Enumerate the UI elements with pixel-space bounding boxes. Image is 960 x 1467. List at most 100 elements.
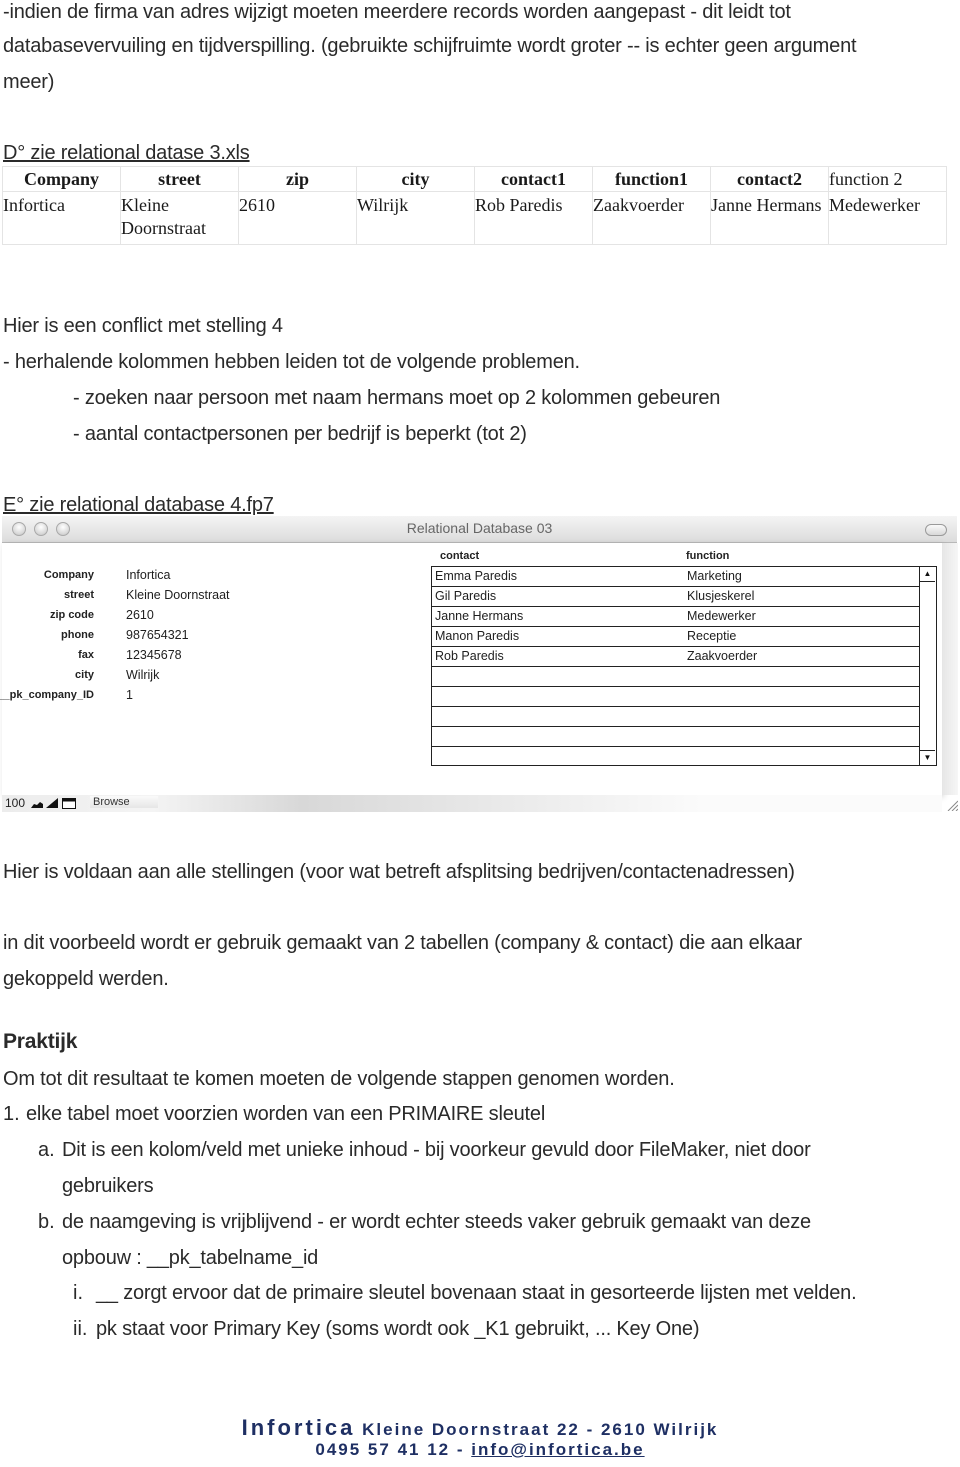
portal-function[interactable]: Klusjeskerel bbox=[687, 587, 754, 606]
field-company[interactable]: Infortica bbox=[126, 568, 170, 582]
portal-row-empty[interactable] bbox=[432, 747, 920, 767]
contacts-portal: Emma Paredis Marketing Gil Paredis Klusj… bbox=[431, 566, 937, 766]
section-d-heading: D° zie relational datase 3.xls bbox=[3, 142, 250, 164]
mode-popup[interactable]: Browse bbox=[90, 796, 158, 808]
field-pk-company-id[interactable]: 1 bbox=[126, 688, 133, 702]
cell-contact2: Janne Hermans bbox=[710, 191, 829, 245]
cell-function2: Medewerker bbox=[828, 191, 947, 245]
footer-phone: 0495 57 41 12 - bbox=[315, 1440, 465, 1459]
field-label-city: city bbox=[75, 669, 94, 681]
header-city: city bbox=[356, 166, 475, 192]
list-marker-1: 1. bbox=[3, 1103, 20, 1125]
field-label-zip-code: zip code bbox=[49, 609, 94, 621]
filemaker-window: Relational Database 03 Company Infortica… bbox=[0, 516, 958, 812]
header-contact2: contact2 bbox=[710, 166, 829, 192]
header-street: street bbox=[120, 166, 239, 192]
scroll-up-icon[interactable]: ▲ bbox=[920, 567, 935, 582]
portal-function[interactable]: Zaakvoerder bbox=[687, 647, 757, 666]
conflict-bullet-1: - zoeken naar persoon met naam hermans m… bbox=[73, 387, 721, 409]
portal-row[interactable]: Rob Paredis Zaakvoerder bbox=[432, 647, 920, 667]
field-street[interactable]: Kleine Doornstraat bbox=[126, 588, 230, 602]
field-phone[interactable]: 987654321 bbox=[126, 628, 189, 642]
field-city[interactable]: Wilrijk bbox=[126, 668, 159, 682]
cell-street: Kleine Doornstraat bbox=[120, 191, 239, 245]
header-company: Company bbox=[2, 166, 121, 192]
field-fax[interactable]: 12345678 bbox=[126, 648, 182, 662]
resize-grip-icon[interactable] bbox=[946, 799, 958, 811]
portal-header-function: function bbox=[686, 550, 730, 562]
layout-content: Company Infortica street Kleine Doornstr… bbox=[0, 543, 942, 795]
cell-city: Wilrijk bbox=[356, 191, 475, 245]
header-function1: function1 bbox=[592, 166, 711, 192]
list-item-a-line-1: Dit is een kolom/veld met unieke inhoud … bbox=[62, 1139, 811, 1161]
list-item-b-line-1: de naamgeving is vrijblijvend - er wordt… bbox=[62, 1211, 811, 1233]
cell-company: Infortica bbox=[2, 191, 121, 245]
portal-row[interactable]: Janne Hermans Medewerker bbox=[432, 607, 920, 627]
portal-contact[interactable]: Gil Paredis bbox=[435, 587, 496, 606]
footer-address: Kleine Doornstraat 22 - 2610 Wilrijk bbox=[362, 1420, 719, 1439]
portal-scrollbar[interactable]: ▲ ▼ bbox=[919, 567, 936, 765]
portal-row[interactable]: Manon Paredis Receptie bbox=[432, 627, 920, 647]
list-item-b-line-2: opbouw : __pk_tabelname_id bbox=[62, 1247, 319, 1269]
portal-contact[interactable]: Janne Hermans bbox=[435, 607, 523, 626]
praktijk-intro: Om tot dit resultaat te komen moeten de … bbox=[3, 1068, 675, 1090]
portal-row[interactable]: Emma Paredis Marketing bbox=[432, 567, 920, 587]
header-function2: function 2 bbox=[828, 166, 947, 192]
portal-function[interactable]: Medewerker bbox=[687, 607, 756, 626]
result-line-1: Hier is voldaan aan alle stellingen (voo… bbox=[3, 861, 795, 883]
portal-row-empty[interactable] bbox=[432, 667, 920, 687]
zoom-in-icon[interactable] bbox=[46, 798, 58, 808]
result-line-2: in dit voorbeeld wordt er gebruik gemaak… bbox=[3, 932, 802, 954]
field-label-pk-company-id: __pk_company_ID bbox=[0, 689, 94, 701]
intro-line-1: -indien de firma van adres wijzigt moete… bbox=[3, 1, 791, 23]
zoom-out-icon[interactable] bbox=[31, 798, 43, 808]
toolbar-toggle-button[interactable] bbox=[925, 524, 947, 536]
cell-zip: 2610 bbox=[238, 191, 357, 245]
field-label-fax: fax bbox=[78, 649, 94, 661]
footer-address-line: Infortica Kleine Doornstraat 22 - 2610 W… bbox=[0, 1415, 960, 1441]
portal-function[interactable]: Receptie bbox=[687, 627, 736, 646]
cell-contact1: Rob Paredis bbox=[474, 191, 593, 245]
scroll-down-icon[interactable]: ▼ bbox=[920, 750, 935, 765]
spreadsheet-header-row: Company street zip city contact1 functio… bbox=[2, 166, 947, 192]
list-marker-a: a. bbox=[38, 1139, 55, 1161]
conflict-line-1: Hier is een conflict met stelling 4 bbox=[3, 315, 283, 337]
conflict-line-2: - herhalende kolommen hebben leiden tot … bbox=[3, 351, 580, 373]
portal-row-empty[interactable] bbox=[432, 687, 920, 707]
result-line-3: gekoppeld werden. bbox=[3, 968, 169, 990]
field-zip-code[interactable]: 2610 bbox=[126, 608, 154, 622]
portal-row-empty[interactable] bbox=[432, 707, 920, 727]
field-label-company: Company bbox=[43, 569, 94, 581]
list-item-i: __ zorgt ervoor dat de primaire sleutel … bbox=[96, 1282, 857, 1304]
field-label-street: street bbox=[64, 589, 94, 601]
window-right-edge bbox=[942, 543, 958, 795]
footer-email-link[interactable]: info@infortica.be bbox=[471, 1440, 644, 1459]
list-item-a-line-2: gebruikers bbox=[62, 1175, 154, 1197]
window-statusbar: 100 Browse bbox=[2, 795, 942, 812]
list-marker-i: i. bbox=[73, 1282, 83, 1304]
portal-contact[interactable]: Rob Paredis bbox=[435, 647, 504, 666]
intro-line-2: databasevervuiling en tijdverspilling. (… bbox=[3, 35, 857, 57]
window-titlebar[interactable]: Relational Database 03 bbox=[2, 516, 957, 543]
portal-function[interactable]: Marketing bbox=[687, 567, 742, 586]
portal-contact[interactable]: Emma Paredis bbox=[435, 567, 517, 586]
table-row: Infortica Kleine Doornstraat 2610 Wilrij… bbox=[2, 191, 947, 245]
portal-row[interactable]: Gil Paredis Klusjeskerel bbox=[432, 587, 920, 607]
portal-row-empty[interactable] bbox=[432, 727, 920, 747]
list-marker-b: b. bbox=[38, 1211, 55, 1233]
cell-function1: Zaakvoerder bbox=[592, 191, 711, 245]
portal-header-contact: contact bbox=[440, 550, 480, 562]
list-item-1: elke tabel moet voorzien worden van een … bbox=[26, 1103, 546, 1125]
section-e-heading: E° zie relational database 4.fp7 bbox=[3, 494, 274, 516]
spreadsheet-table: Company street zip city contact1 functio… bbox=[2, 166, 947, 245]
portal-contact[interactable]: Manon Paredis bbox=[435, 627, 519, 646]
field-label-phone: phone bbox=[61, 629, 94, 641]
intro-line-3: meer) bbox=[3, 71, 55, 93]
header-contact1: contact1 bbox=[474, 166, 593, 192]
status-toolbar-toggle-icon[interactable] bbox=[62, 798, 76, 809]
footer-contact-line: 0495 57 41 12 - info@infortica.be bbox=[0, 1440, 960, 1460]
footer-brand: Infortica bbox=[241, 1415, 356, 1440]
list-marker-ii: ii. bbox=[73, 1318, 88, 1340]
zoom-level[interactable]: 100 bbox=[5, 796, 25, 810]
window-title: Relational Database 03 bbox=[406, 520, 553, 536]
